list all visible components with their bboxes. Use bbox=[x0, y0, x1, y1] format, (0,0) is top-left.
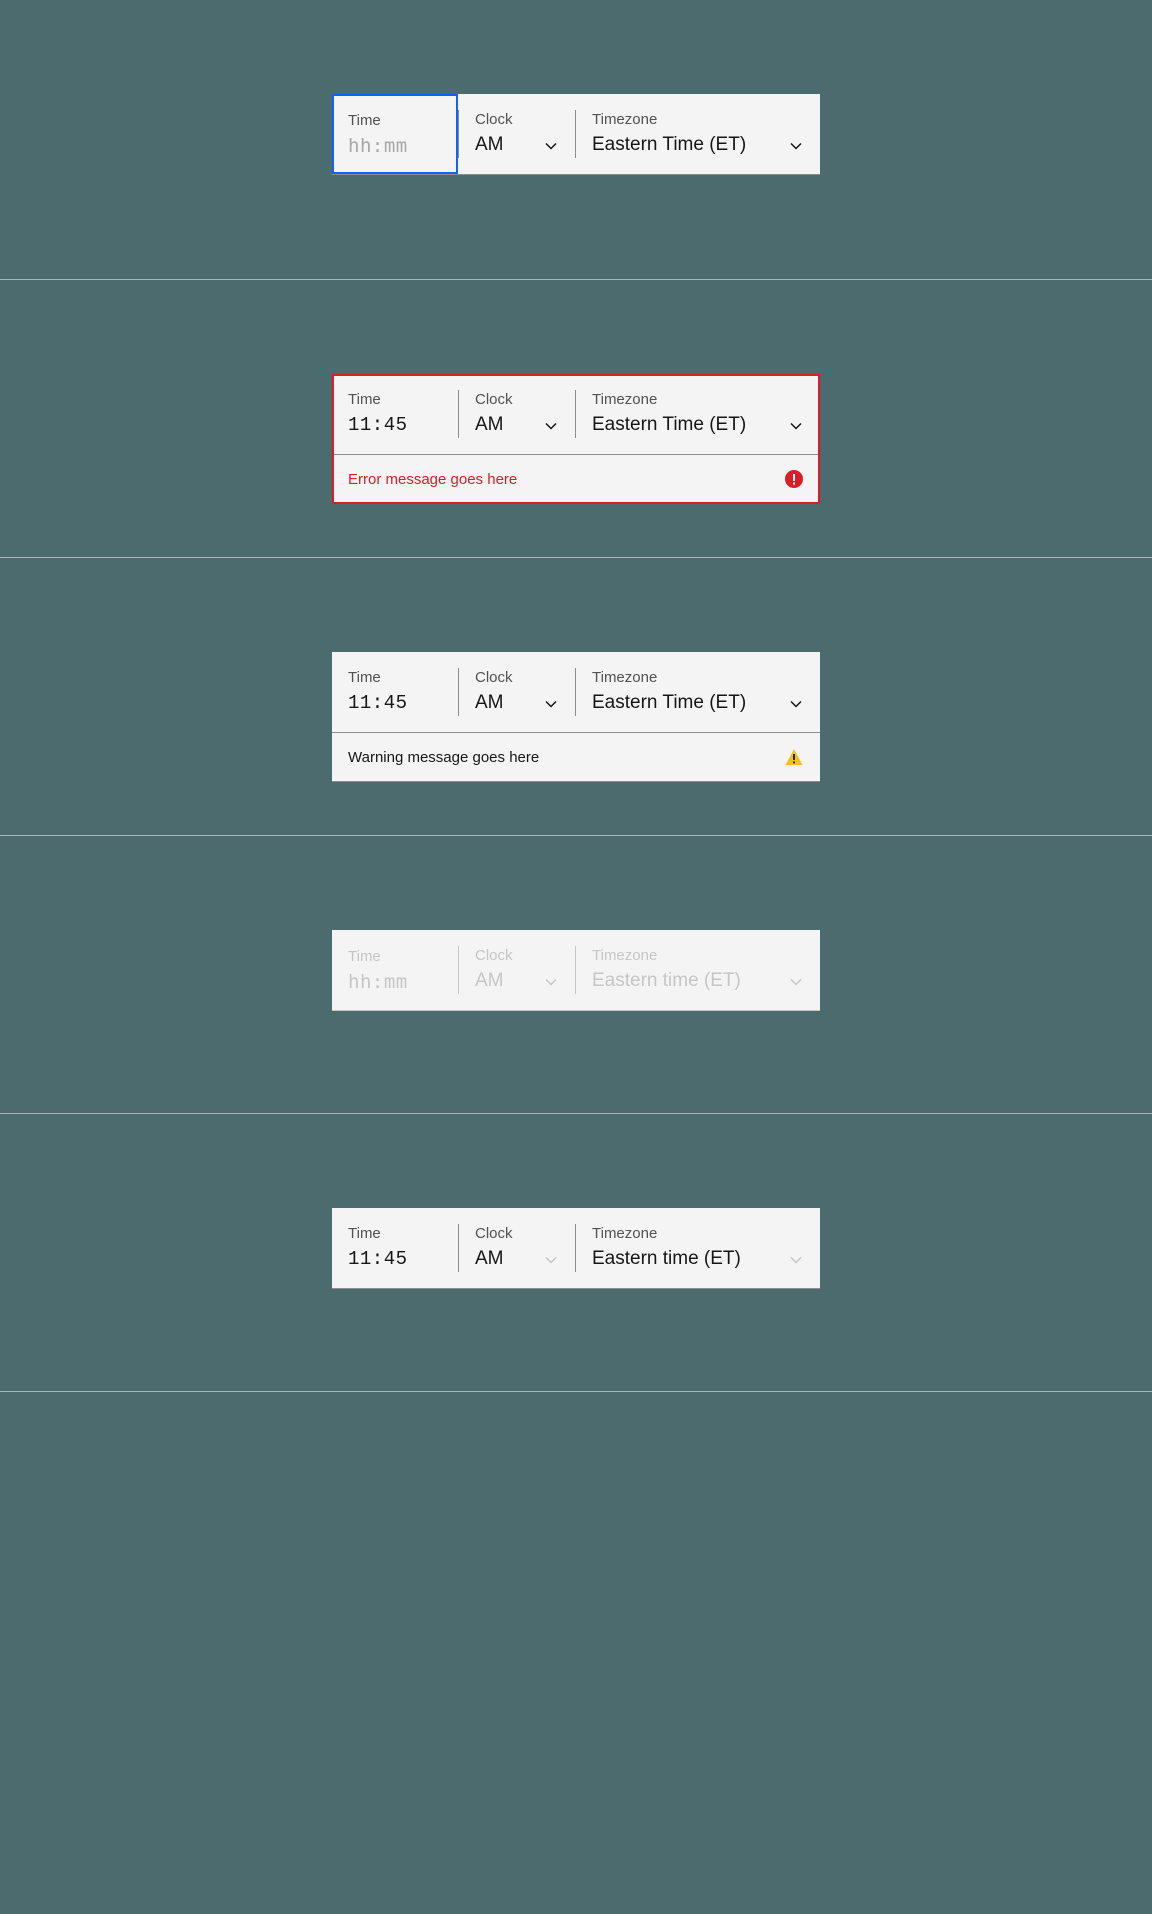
warning-icon bbox=[784, 747, 804, 767]
timezone-field[interactable]: Timezone Eastern Time (ET) bbox=[576, 652, 820, 732]
time-field[interactable]: Time 11:45 bbox=[332, 652, 458, 732]
clock-field: Clock AM bbox=[459, 930, 575, 1010]
time-label: Time bbox=[348, 111, 442, 131]
clock-field[interactable]: Clock AM bbox=[459, 94, 575, 174]
timezone-field[interactable]: Timezone Eastern Time (ET) bbox=[576, 94, 820, 174]
time-picker-disabled: Time Clock AM Timezone Eastern time (ET) bbox=[332, 930, 820, 1011]
chevron-down-icon bbox=[543, 138, 559, 154]
timezone-value: Eastern Time (ET) bbox=[592, 133, 746, 158]
timezone-field[interactable]: Timezone Eastern Time (ET) bbox=[576, 374, 820, 454]
time-value: 11:45 bbox=[348, 691, 442, 716]
time-field: Time bbox=[332, 930, 458, 1010]
clock-field[interactable]: Clock AM bbox=[459, 374, 575, 454]
clock-label: Clock bbox=[475, 1224, 559, 1244]
clock-value: AM bbox=[475, 969, 504, 994]
time-picker-focused: Time Clock AM Timezone Eastern Time (ET) bbox=[332, 94, 820, 175]
time-label: Time bbox=[348, 390, 442, 410]
clock-field[interactable]: Clock AM bbox=[459, 652, 575, 732]
time-input[interactable] bbox=[348, 135, 442, 157]
clock-label: Clock bbox=[475, 946, 559, 966]
timezone-label: Timezone bbox=[592, 110, 804, 130]
time-value: 11:45 bbox=[348, 1247, 442, 1272]
timezone-value: Eastern time (ET) bbox=[592, 1247, 741, 1272]
error-message: Error message goes here bbox=[348, 471, 517, 488]
clock-value: AM bbox=[475, 691, 504, 716]
time-picker-warning: Time 11:45 Clock AM Timezone Eastern Tim… bbox=[332, 652, 820, 782]
chevron-down-icon bbox=[543, 974, 559, 990]
timezone-label: Timezone bbox=[592, 946, 804, 966]
time-field[interactable]: Time bbox=[332, 94, 458, 174]
timezone-value: Eastern Time (ET) bbox=[592, 413, 746, 438]
timezone-label: Timezone bbox=[592, 668, 804, 688]
clock-value: AM bbox=[475, 133, 504, 158]
time-picker-error: Time 11:45 Clock AM Timezone Eastern Tim… bbox=[332, 374, 820, 504]
timezone-value: Eastern time (ET) bbox=[592, 969, 741, 994]
time-picker-readonly: Time 11:45 Clock AM Timezone Eastern tim… bbox=[332, 1208, 820, 1289]
clock-value: AM bbox=[475, 1247, 504, 1272]
chevron-down-icon bbox=[788, 418, 804, 434]
chevron-down-icon bbox=[788, 696, 804, 712]
chevron-down-icon bbox=[543, 418, 559, 434]
timezone-field: Timezone Eastern time (ET) bbox=[576, 1208, 820, 1288]
timezone-label: Timezone bbox=[592, 1224, 804, 1244]
clock-label: Clock bbox=[475, 668, 559, 688]
time-field[interactable]: Time 11:45 bbox=[332, 374, 458, 454]
time-label: Time bbox=[348, 947, 442, 967]
error-icon bbox=[784, 469, 804, 489]
chevron-down-icon bbox=[543, 1252, 559, 1268]
timezone-label: Timezone bbox=[592, 390, 804, 410]
timezone-value: Eastern Time (ET) bbox=[592, 691, 746, 716]
time-input bbox=[348, 971, 442, 993]
warning-message-row: Warning message goes here bbox=[332, 732, 820, 781]
time-label: Time bbox=[348, 668, 442, 688]
clock-value: AM bbox=[475, 413, 504, 438]
chevron-down-icon bbox=[788, 974, 804, 990]
chevron-down-icon bbox=[788, 138, 804, 154]
warning-message: Warning message goes here bbox=[348, 749, 539, 766]
chevron-down-icon bbox=[788, 1252, 804, 1268]
chevron-down-icon bbox=[543, 696, 559, 712]
clock-label: Clock bbox=[475, 110, 559, 130]
clock-field: Clock AM bbox=[459, 1208, 575, 1288]
clock-label: Clock bbox=[475, 390, 559, 410]
error-message-row: Error message goes here bbox=[332, 454, 820, 503]
time-field: Time 11:45 bbox=[332, 1208, 458, 1288]
time-value: 11:45 bbox=[348, 413, 442, 438]
time-label: Time bbox=[348, 1224, 442, 1244]
timezone-field: Timezone Eastern time (ET) bbox=[576, 930, 820, 1010]
